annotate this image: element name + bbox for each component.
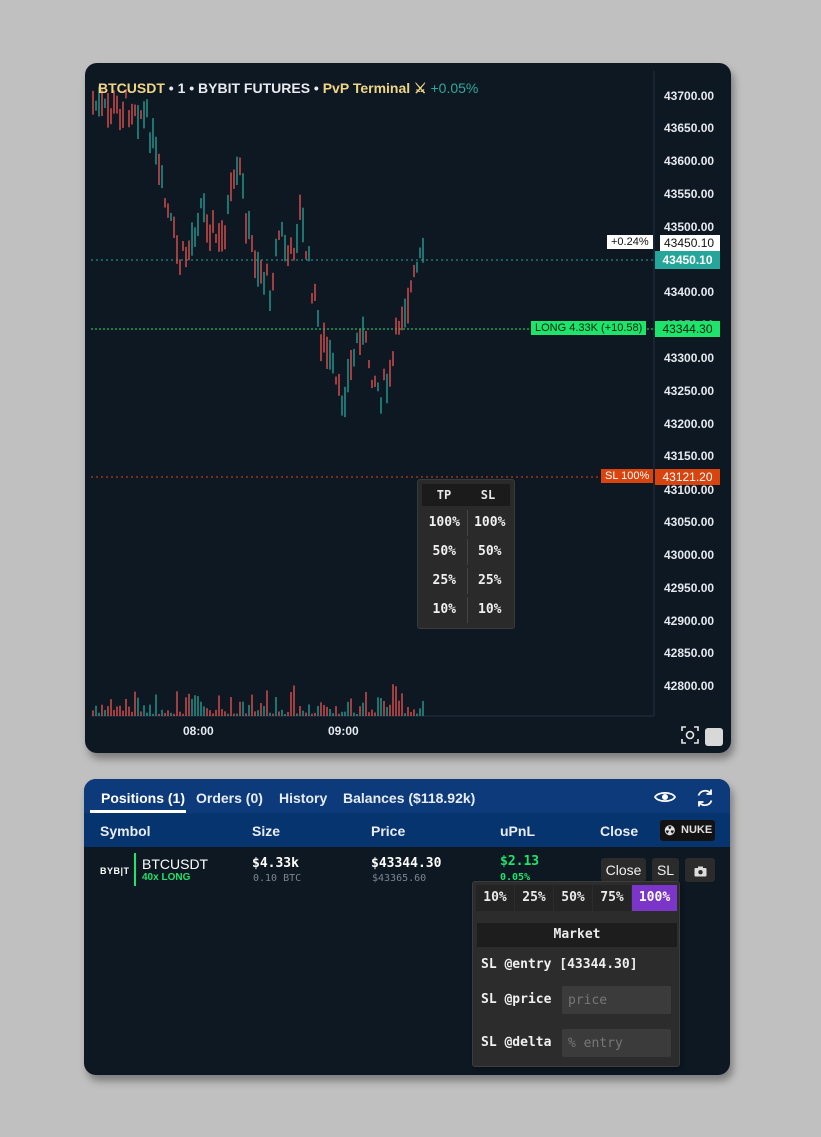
candlestick-chart[interactable] xyxy=(85,63,731,753)
resize-handle-icon[interactable] xyxy=(705,728,723,746)
sl-25-button[interactable]: 25% xyxy=(468,568,513,594)
price-axis-label: 43650.00 xyxy=(664,121,715,135)
sl-market-button[interactable]: Market xyxy=(477,923,677,947)
position-label[interactable]: LONG 4.33K (+10.58) xyxy=(531,321,647,335)
price-axis-label: 42800.00 xyxy=(664,679,715,693)
price-axis-label: 43550.00 xyxy=(664,187,715,201)
sl-50-button[interactable]: 50% xyxy=(468,539,513,565)
time-axis-label: 08:00 xyxy=(183,724,214,738)
col-close: Close xyxy=(600,823,639,839)
long-indicator xyxy=(134,853,136,886)
sl-price-label: SL @price xyxy=(481,992,552,1007)
sl-100-button[interactable]: 100% xyxy=(468,510,513,536)
tpsl-menu: TP SL 100% 100% 50% 50% 25% 25% 10% 10% xyxy=(417,479,515,629)
price-axis-label: 42900.00 xyxy=(664,614,715,628)
sl-entry-option[interactable]: SL @entry [43344.30] xyxy=(481,957,638,972)
nuke-button[interactable]: ☢ NUKE xyxy=(660,820,715,841)
sl-percent-options: 10% 25% 50% 75% 100% xyxy=(476,885,677,911)
change-label: +0.05% xyxy=(430,80,479,96)
tabs-bar: Positions (1) Orders (0) History Balance… xyxy=(84,779,730,813)
time-axis-label: 09:00 xyxy=(328,724,359,738)
crossed-swords-icon: ⚔ xyxy=(414,80,427,96)
tpsl-row: 100% 100% xyxy=(422,510,512,536)
price-axis-label: 42850.00 xyxy=(664,646,715,660)
col-upnl: uPnL xyxy=(500,823,535,839)
price-axis-label: 43400.00 xyxy=(664,285,715,299)
sl-delta-label: SL @delta xyxy=(481,1035,552,1050)
tp-25-button[interactable]: 25% xyxy=(422,568,468,594)
col-symbol: Symbol xyxy=(100,823,151,839)
nuke-label: NUKE xyxy=(681,824,713,836)
sl-price-tag: 43121.20 xyxy=(655,469,720,485)
title-details: • 1 • BYBIT FUTURES • xyxy=(164,80,323,96)
leverage-badge: 40x LONG xyxy=(142,872,191,883)
exchange-logo: BYB|T xyxy=(100,866,130,876)
hover-change-tag: +0.24% xyxy=(607,235,653,249)
tp-10-button[interactable]: 10% xyxy=(422,597,468,623)
chart-panel: BTCUSDT • 1 • BYBIT FUTURES • PvP Termin… xyxy=(85,63,731,753)
position-price-tag: 43344.30 xyxy=(655,321,720,337)
sl-button[interactable]: SL xyxy=(652,858,679,882)
price-axis-label: 43600.00 xyxy=(664,154,715,168)
sl-delta-input[interactable] xyxy=(562,1029,671,1057)
close-position-button[interactable]: Close xyxy=(601,858,646,882)
tab-balances[interactable]: Balances ($118.92k) xyxy=(343,779,475,813)
price-axis-label: 43150.00 xyxy=(664,449,715,463)
candles-group xyxy=(92,86,424,418)
sl-pct-10[interactable]: 10% xyxy=(476,885,514,911)
price-axis-label: 42950.00 xyxy=(664,581,715,595)
tab-positions[interactable]: Positions (1) xyxy=(101,779,185,813)
price-axis-label: 43250.00 xyxy=(664,384,715,398)
price-axis-label: 43050.00 xyxy=(664,515,715,529)
position-size: $4.33k xyxy=(252,856,299,871)
upnl-value: $2.13 xyxy=(500,854,540,869)
tp-100-button[interactable]: 100% xyxy=(422,510,468,536)
table-header: Symbol Size Price uPnL Close ☢ NUKE xyxy=(84,813,730,847)
col-size: Size xyxy=(252,823,281,839)
terminal-label: PvP Terminal xyxy=(322,80,411,96)
hover-price-tag: 43450.10 xyxy=(660,235,720,251)
tp-header: TP xyxy=(436,488,452,502)
sl-10-button[interactable]: 10% xyxy=(468,597,513,623)
col-price: Price xyxy=(371,823,406,839)
entry-price: $43344.30 xyxy=(371,856,442,871)
sl-pct-50[interactable]: 50% xyxy=(554,885,592,911)
eye-icon[interactable] xyxy=(653,789,677,810)
sl-dropdown: 10% 25% 50% 75% 100% Market SL @entry [4… xyxy=(472,881,680,1067)
chart-title: BTCUSDT • 1 • BYBIT FUTURES • PvP Termin… xyxy=(98,80,478,97)
price-axis-label: 43000.00 xyxy=(664,548,715,562)
price-axis-label: 43100.00 xyxy=(664,483,715,497)
refresh-icon[interactable] xyxy=(695,788,715,813)
tab-orders[interactable]: Orders (0) xyxy=(196,779,263,813)
price-axis-label: 43200.00 xyxy=(664,417,715,431)
sl-pct-25[interactable]: 25% xyxy=(515,885,553,911)
positions-panel: Positions (1) Orders (0) History Balance… xyxy=(84,779,730,1075)
radiation-icon: ☢ xyxy=(664,823,676,838)
price-axis-label: 43300.00 xyxy=(664,351,715,365)
sl-price-input[interactable] xyxy=(562,986,671,1014)
price-axis-label: 43700.00 xyxy=(664,89,715,103)
camera-icon[interactable] xyxy=(685,858,715,882)
symbol-label: BTCUSDT xyxy=(98,80,165,96)
sl-label[interactable]: SL 100% xyxy=(601,469,654,483)
tab-history[interactable]: History xyxy=(279,779,327,813)
price-axis-label: 43500.00 xyxy=(664,220,715,234)
mark-price: $43365.60 xyxy=(372,873,427,884)
last-price-tag: 43450.10 xyxy=(655,251,720,269)
sl-pct-75[interactable]: 75% xyxy=(593,885,631,911)
sl-header: SL xyxy=(480,488,496,502)
tpsl-row: 25% 25% xyxy=(422,568,512,594)
screenshot-icon[interactable] xyxy=(681,726,699,747)
tpsl-row: 50% 50% xyxy=(422,539,512,565)
tp-50-button[interactable]: 50% xyxy=(422,539,468,565)
position-size-sub: 0.10 BTC xyxy=(253,873,302,884)
sl-pct-100[interactable]: 100% xyxy=(632,885,677,911)
tpsl-header: TP SL xyxy=(422,484,510,506)
tpsl-row: 10% 10% xyxy=(422,597,512,623)
position-symbol[interactable]: BTCUSDT xyxy=(142,856,208,872)
volume-bars-group xyxy=(92,684,424,716)
